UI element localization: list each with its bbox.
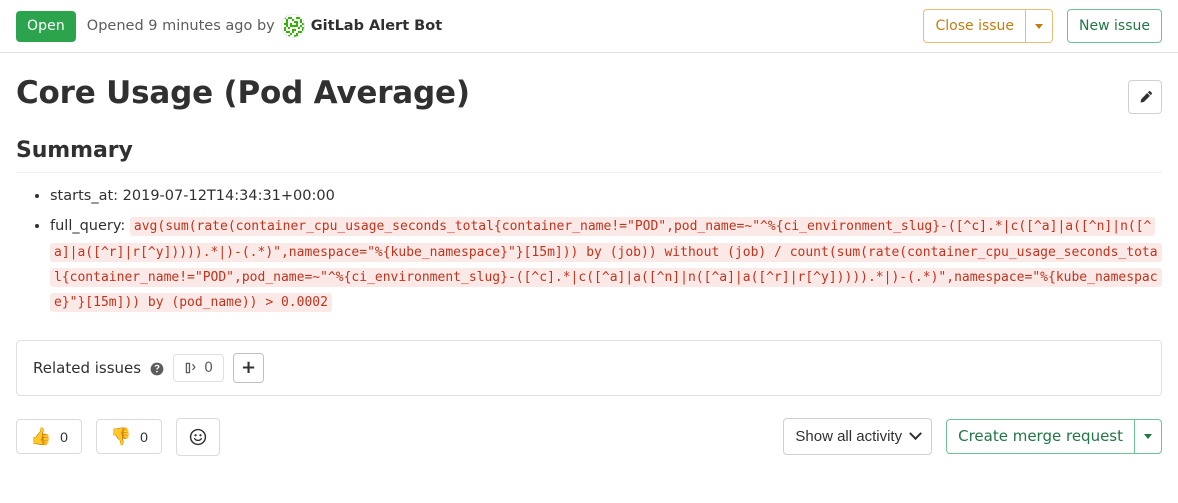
thumbs-up-icon: 👍 bbox=[30, 427, 52, 447]
chevron-down-icon bbox=[1035, 23, 1044, 29]
create-merge-request-button[interactable]: Create merge request bbox=[946, 419, 1134, 455]
status-badge: Open bbox=[16, 10, 76, 42]
full-query-label: full_query: bbox=[50, 218, 126, 235]
related-issues-card: Related issues 0 + bbox=[16, 339, 1162, 396]
thumbs-up-count: 0 bbox=[60, 428, 68, 445]
pencil-icon bbox=[1140, 90, 1152, 103]
smiley-icon bbox=[189, 428, 207, 445]
list-item: starts_at: 2019-07-12T14:34:31+00:00 bbox=[50, 185, 1162, 208]
issue-title-row: Core Usage (Pod Average) bbox=[0, 53, 1178, 114]
create-merge-request-split-button: Create merge request bbox=[946, 419, 1162, 455]
issue-footer: 👍 0 👎 0 Show all activity Create merge r… bbox=[0, 396, 1178, 456]
close-issue-dropdown-toggle[interactable] bbox=[1025, 9, 1054, 43]
thumbsdown-award-button[interactable]: 👎 0 bbox=[95, 419, 162, 455]
thumbs-down-count: 0 bbox=[140, 428, 148, 445]
add-reaction-button[interactable] bbox=[175, 417, 220, 456]
issue-link-icon bbox=[185, 362, 196, 373]
summary-heading: Summary bbox=[16, 138, 1162, 173]
related-issues-count-badge: 0 bbox=[173, 353, 225, 382]
create-merge-request-dropdown-toggle[interactable] bbox=[1134, 419, 1162, 455]
add-related-issue-button[interactable]: + bbox=[233, 352, 265, 383]
related-issues-title: Related issues bbox=[33, 358, 142, 377]
thumbs-down-icon: 👎 bbox=[109, 427, 132, 447]
issue-description: Summary starts_at: 2019-07-12T14:34:31+0… bbox=[0, 138, 1178, 316]
activity-filter-dropdown[interactable]: Show all activity bbox=[783, 418, 933, 456]
chevron-down-icon bbox=[1144, 434, 1152, 440]
list-item: full_query: avg(sum(rate(container_cpu_u… bbox=[50, 214, 1162, 315]
chevron-down-icon bbox=[909, 427, 922, 441]
thumbsup-award-button[interactable]: 👍 0 bbox=[16, 419, 82, 455]
summary-list: starts_at: 2019-07-12T14:34:31+00:00 ful… bbox=[16, 185, 1162, 316]
issue-author-link[interactable]: GitLab Alert Bot bbox=[311, 18, 442, 34]
close-issue-button[interactable]: Close issue bbox=[923, 9, 1026, 43]
activity-filter-label: Show all activity bbox=[795, 428, 903, 446]
identicon-avatar[interactable] bbox=[280, 14, 305, 38]
page-title: Core Usage (Pod Average) bbox=[16, 75, 470, 111]
opened-meta-text: Opened 9 minutes ago by bbox=[86, 18, 275, 34]
question-circle-icon[interactable] bbox=[150, 361, 164, 375]
issue-status-bar: Open Opened 9 minutes ago by GitLab Aler… bbox=[0, 0, 1178, 53]
issue-page: Open Opened 9 minutes ago by GitLab Aler… bbox=[0, 0, 1178, 503]
full-query-code: avg(sum(rate(container_cpu_usage_seconds… bbox=[50, 217, 1162, 313]
new-issue-button[interactable]: New issue bbox=[1067, 9, 1162, 43]
edit-issue-button[interactable] bbox=[1128, 80, 1162, 114]
starts-at-label: starts_at: bbox=[50, 188, 119, 204]
starts-at-value: 2019-07-12T14:34:31+00:00 bbox=[118, 188, 335, 204]
related-issues-count: 0 bbox=[204, 359, 214, 376]
related-issues-header: Related issues 0 + bbox=[17, 341, 1161, 395]
close-issue-split-button: Close issue bbox=[923, 9, 1054, 43]
